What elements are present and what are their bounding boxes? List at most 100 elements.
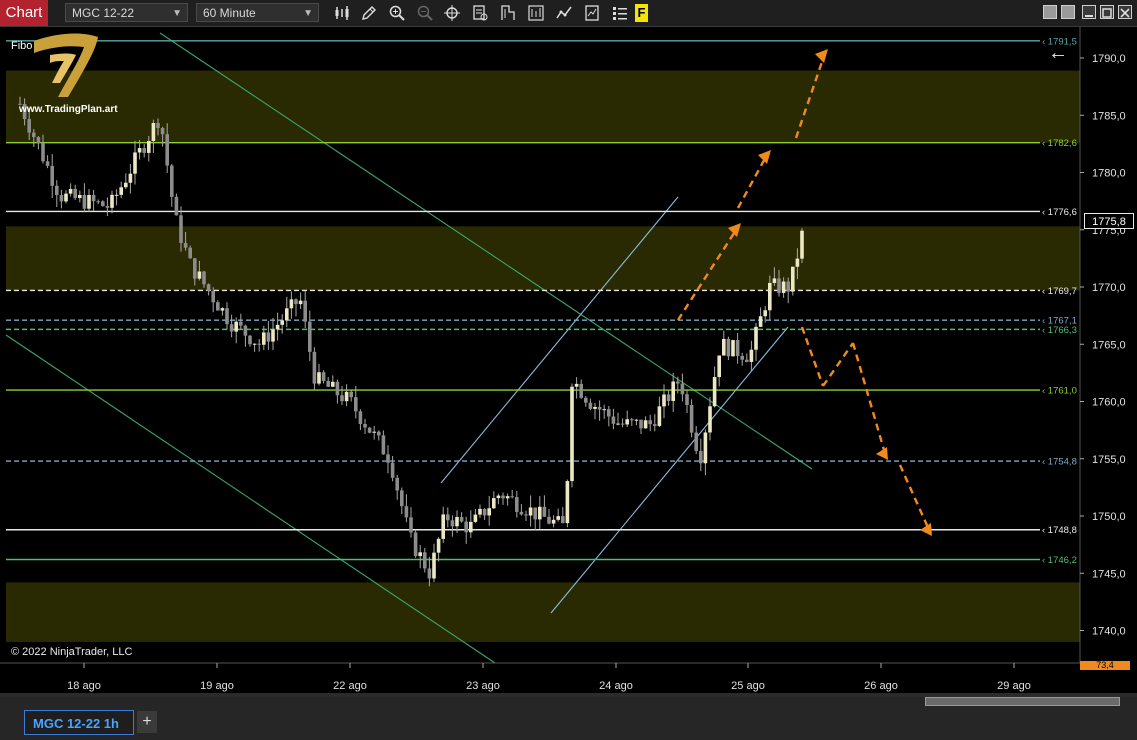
candle-body	[754, 326, 758, 350]
y-tick-label: 1785,0	[1092, 110, 1126, 122]
candle-body	[607, 409, 611, 417]
candle-body	[400, 490, 404, 507]
highlight-badge[interactable]: F	[635, 4, 648, 22]
instrument-selector[interactable]: MGC 12-22 ▼	[65, 3, 188, 22]
candle-body	[515, 497, 519, 512]
zoom-in-icon[interactable]	[388, 4, 406, 22]
candle-body	[27, 119, 31, 133]
candle-body	[59, 195, 64, 202]
candle-body	[450, 520, 455, 527]
candle-body	[676, 381, 680, 384]
candle-body	[142, 148, 146, 153]
candle-body	[55, 185, 59, 196]
candle-body	[119, 187, 123, 195]
candle-body	[243, 325, 248, 336]
candle-body	[73, 188, 77, 199]
arrow-segment	[736, 152, 770, 209]
candle-body	[317, 372, 321, 384]
candle-body	[708, 406, 712, 433]
candle-body	[41, 143, 45, 162]
maximize-button[interactable]	[1100, 5, 1114, 19]
arrow-head	[876, 447, 888, 460]
close-button[interactable]	[1118, 5, 1132, 19]
level-label: ‹ 1761,0	[1042, 386, 1077, 397]
watermark-url: www.TradingPlan.art	[19, 104, 118, 115]
candle-body	[455, 517, 459, 527]
candle-body	[699, 451, 703, 464]
candle-body	[459, 517, 464, 522]
candle-body	[377, 431, 381, 436]
back-arrow-icon[interactable]: ←	[1048, 42, 1068, 65]
tab-mgc[interactable]: MGC 12-22 1h	[24, 710, 134, 735]
candle-body	[712, 377, 717, 407]
window-tile-button[interactable]	[1061, 5, 1075, 19]
candle-body	[32, 132, 36, 138]
candle-body	[64, 193, 68, 202]
candle-body	[786, 281, 790, 292]
x-tick-label: 24 ago	[599, 680, 633, 692]
chart-panel[interactable]: ‹ 1791,5 ‹ 1782,6 ‹ 1776,6 ‹ 1769,7 ‹ 1767,1…	[0, 27, 1137, 693]
pencil-icon[interactable]	[360, 4, 378, 22]
indicators-icon[interactable]	[555, 4, 573, 22]
candle-body	[703, 432, 708, 464]
candle-body	[50, 165, 54, 186]
minimize-button[interactable]	[1082, 5, 1096, 19]
candle-body	[271, 329, 275, 342]
candle-body	[257, 343, 261, 345]
candle-body	[381, 435, 386, 455]
chart-tab[interactable]: Chart	[0, 0, 48, 26]
candle-body	[510, 496, 514, 498]
candle-body	[321, 372, 326, 381]
add-tab-button[interactable]: +	[137, 711, 157, 733]
candle-body	[464, 521, 468, 533]
chart-style-icon[interactable]	[527, 4, 545, 22]
candle-body	[193, 258, 197, 279]
candle-body	[528, 507, 533, 516]
candle-body	[413, 532, 418, 557]
candle-body	[579, 383, 583, 398]
candle-body	[492, 498, 496, 509]
scrollbar-thumb[interactable]	[925, 697, 1120, 706]
candle-body	[722, 338, 726, 356]
data-box-icon[interactable]	[471, 4, 489, 22]
candle-body	[768, 282, 772, 311]
candle-body	[110, 194, 114, 208]
crosshair-icon[interactable]	[443, 4, 461, 22]
strategies-icon[interactable]	[583, 4, 601, 22]
candle-body	[372, 431, 376, 433]
candle-body	[234, 321, 238, 332]
candle-body	[777, 278, 781, 293]
zoom-out-icon[interactable]	[416, 4, 434, 22]
bar-type-icon[interactable]	[333, 4, 351, 22]
candle-body	[331, 381, 335, 387]
window-restore-button[interactable]	[1043, 5, 1057, 19]
candle-body	[547, 516, 551, 524]
interval-selector[interactable]: 60 Minute ▼	[196, 3, 319, 22]
candle-body	[740, 355, 744, 360]
y-tick-label: 1755,0	[1092, 454, 1126, 466]
toolbar: Chart MGC 12-22 ▼ 60 Minute ▼ F	[0, 0, 1137, 27]
arrow-segment	[822, 342, 854, 387]
candle-body	[183, 242, 188, 248]
level-label: ‹ 1782,6	[1042, 138, 1077, 149]
trend-line	[550, 326, 789, 614]
candle-body	[137, 148, 142, 153]
list-icon[interactable]	[611, 4, 629, 22]
candle-body	[758, 316, 763, 327]
price-chart[interactable]: ‹ 1791,5‹ 1782,6‹ 1776,6‹ 1769,7‹ 1767,1…	[0, 27, 1137, 693]
candle-body	[303, 300, 307, 322]
arrow-head	[815, 49, 828, 63]
candle-body	[570, 386, 574, 482]
candle-body	[312, 351, 317, 384]
candle-body	[423, 552, 427, 569]
chevron-down-icon: ▼	[172, 8, 182, 19]
candle-body	[763, 310, 767, 317]
candle-body	[551, 519, 556, 524]
candle-body	[114, 194, 119, 196]
candle-body	[36, 137, 41, 144]
arrow-segment	[898, 464, 932, 533]
drawing-tools-icon[interactable]	[499, 4, 517, 22]
x-tick-label: 26 ago	[864, 680, 898, 692]
candle-body	[496, 495, 501, 499]
candle-body	[501, 495, 505, 499]
